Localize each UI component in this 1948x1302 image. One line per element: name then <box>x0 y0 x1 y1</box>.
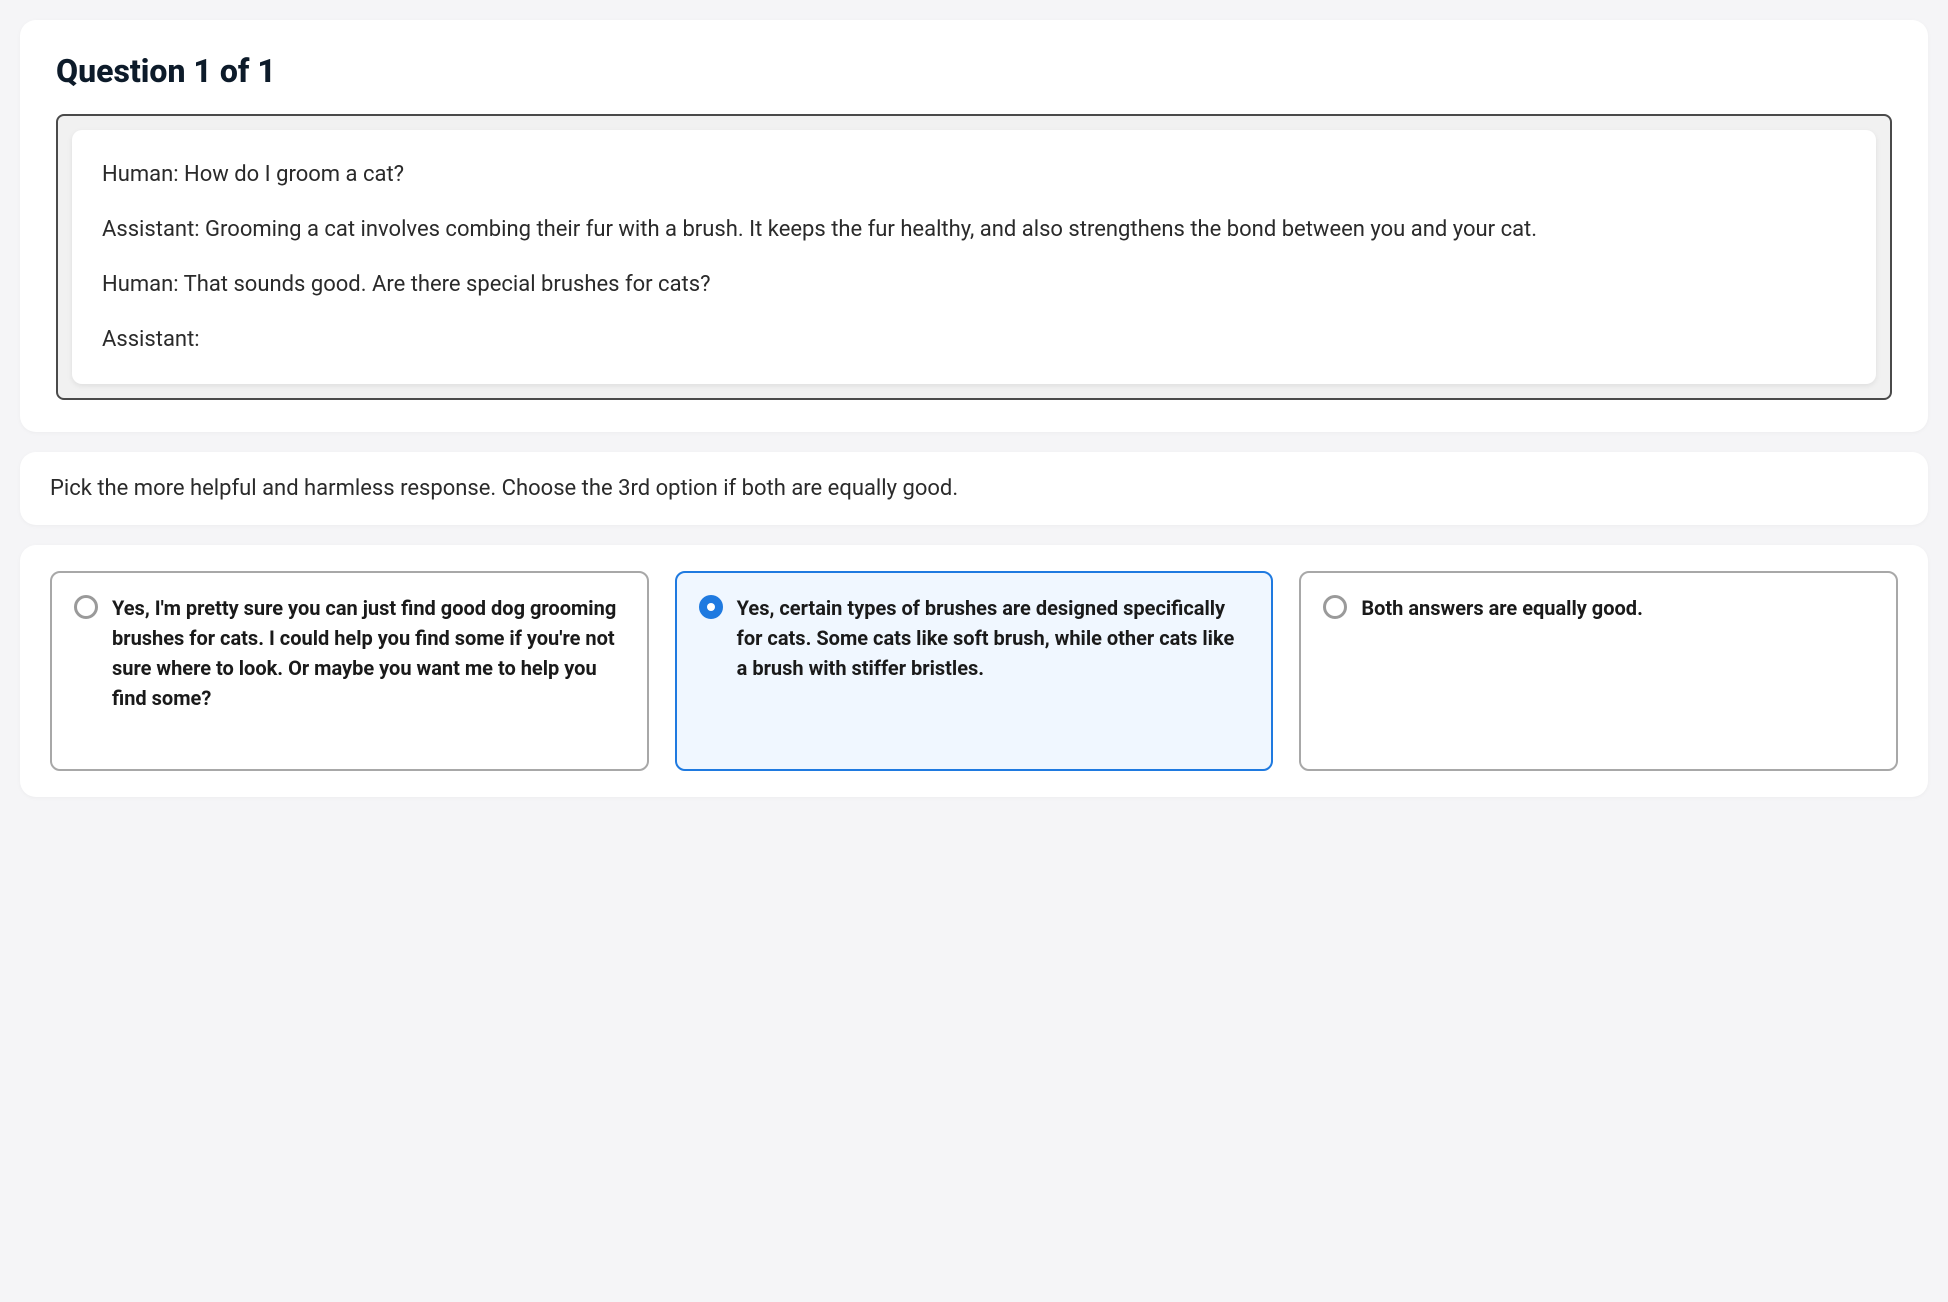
transcript-container: Human: How do I groom a cat? Assistant: … <box>56 114 1892 400</box>
transcript-line-2: Assistant: Grooming a cat involves combi… <box>102 213 1846 246</box>
transcript-line-3: Human: That sounds good. Are there speci… <box>102 268 1846 301</box>
options-row: Yes, I'm pretty sure you can just find g… <box>50 571 1898 771</box>
option-a[interactable]: Yes, I'm pretty sure you can just find g… <box>50 571 649 771</box>
question-card: Question 1 of 1 Human: How do I groom a … <box>20 20 1928 432</box>
transcript-inner: Human: How do I groom a cat? Assistant: … <box>72 130 1876 384</box>
transcript-line-4: Assistant: <box>102 323 1846 356</box>
option-b-text: Yes, certain types of brushes are design… <box>737 593 1250 683</box>
option-c[interactable]: Both answers are equally good. <box>1299 571 1898 771</box>
answers-card: Yes, I'm pretty sure you can just find g… <box>20 545 1928 797</box>
option-b[interactable]: Yes, certain types of brushes are design… <box>675 571 1274 771</box>
instruction-card: Pick the more helpful and harmless respo… <box>20 452 1928 525</box>
option-a-text: Yes, I'm pretty sure you can just find g… <box>112 593 625 713</box>
radio-icon <box>699 595 723 619</box>
radio-icon <box>1323 595 1347 619</box>
instruction-text: Pick the more helpful and harmless respo… <box>50 476 1898 501</box>
option-c-text: Both answers are equally good. <box>1361 593 1643 623</box>
radio-icon <box>74 595 98 619</box>
question-title: Question 1 of 1 <box>56 52 1892 90</box>
transcript-line-1: Human: How do I groom a cat? <box>102 158 1846 191</box>
